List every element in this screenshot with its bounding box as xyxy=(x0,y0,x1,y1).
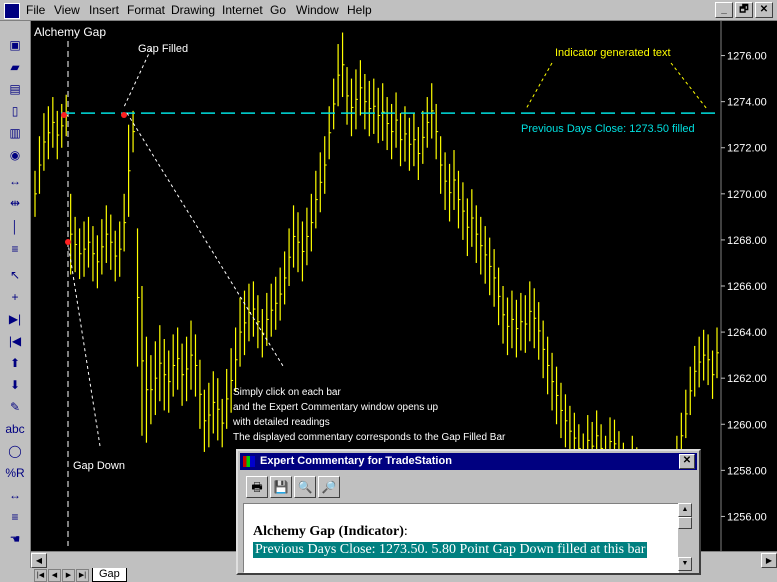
indicator-pointer-right xyxy=(670,62,708,110)
price-axis: 1276.00 1274.00 1272.00 1270.00 1268.00 1266.… xyxy=(720,21,767,551)
indicator-text-label: Indicator generated text xyxy=(555,47,671,59)
first-tab-button[interactable]: |◀ xyxy=(34,569,47,582)
y-axis-tick-label: 1256.00 xyxy=(727,511,767,523)
previous-close-label: Previous Days Close: 1273.50 filled xyxy=(521,123,695,135)
menu-view[interactable]: View xyxy=(54,3,80,17)
zoom-out-bars-icon[interactable]: ⇹ xyxy=(4,193,26,213)
commentary-line[interactable]: Previous Days Close: 1273.50. 5.80 Point… xyxy=(253,542,648,558)
indicator-pointer-left xyxy=(525,62,553,110)
commentary-heading-text: Alchemy Gap (Indicator) xyxy=(253,524,404,539)
y-axis-tick-label: 1272.00 xyxy=(727,143,767,155)
previous-tab-button[interactable]: ◀ xyxy=(48,569,61,582)
ellipse-icon[interactable]: ◯ xyxy=(4,441,26,461)
click-note-line-2: and the Expert Commentary window opens u… xyxy=(233,402,439,413)
dialog-toolbar: 🖶 💾 🔍 🔎 xyxy=(246,476,342,498)
horizontal-arrows-icon[interactable]: ↔ xyxy=(4,485,26,505)
app-icon[interactable] xyxy=(4,3,20,19)
chart-icon[interactable]: ▥ xyxy=(4,123,26,143)
click-note-line-4: The displayed commentary corresponds to … xyxy=(233,432,506,443)
menu-bar: File View Insert Format Drawing Internet… xyxy=(0,0,777,21)
save-icon[interactable]: ▤ xyxy=(4,79,26,99)
dialog-title: Expert Commentary for TradeStation xyxy=(260,455,452,467)
dialog-titlebar[interactable]: Expert Commentary for TradeStation ✕ xyxy=(240,453,697,470)
text-icon[interactable]: abc xyxy=(4,419,26,439)
lines-icon[interactable]: ≡ xyxy=(4,239,26,259)
tradestation-icon xyxy=(243,456,255,467)
jump-right-icon[interactable]: ▶| xyxy=(4,309,26,329)
percent-r-icon[interactable]: %R xyxy=(4,463,26,483)
menu-file[interactable]: File xyxy=(26,3,45,17)
scroll-down-arrow[interactable]: ▼ xyxy=(678,557,692,571)
last-tab-button[interactable]: ▶| xyxy=(76,569,89,582)
minimize-button[interactable]: _ xyxy=(715,2,733,18)
scroll-thumb[interactable] xyxy=(678,517,692,529)
zoom-out-icon[interactable]: 🔍 xyxy=(294,476,316,498)
gap-down-label: Gap Down xyxy=(73,460,125,472)
menu-format[interactable]: Format xyxy=(127,3,165,17)
y-axis-tick-label: 1264.00 xyxy=(727,327,767,339)
crosshair-icon[interactable]: + xyxy=(4,287,26,307)
click-note-pointer xyxy=(126,112,284,367)
print-icon[interactable]: 🖶 xyxy=(246,476,268,498)
menu-insert[interactable]: Insert xyxy=(89,3,119,17)
jump-left-icon[interactable]: |◀ xyxy=(4,331,26,351)
scroll-up-arrow[interactable]: ▲ xyxy=(678,503,692,517)
record-icon[interactable]: ◉ xyxy=(4,145,26,165)
zoom-in-bars-icon[interactable]: ↔ xyxy=(4,171,26,191)
gap-filled-label: Gap Filled xyxy=(138,43,188,55)
y-axis-tick-label: 1276.00 xyxy=(727,51,767,63)
commentary-content[interactable]: Alchemy Gap (Indicator): Previous Days C… xyxy=(243,503,679,573)
save-icon[interactable]: 💾 xyxy=(270,476,292,498)
scroll-left-arrow[interactable]: ◀ xyxy=(31,553,47,568)
new-page-icon[interactable]: ▯ xyxy=(4,101,26,121)
y-axis-tick-label: 1268.00 xyxy=(727,235,767,247)
click-note-line-1: Simply click on each bar xyxy=(233,387,341,398)
lines-2-icon[interactable]: ≡ xyxy=(4,507,26,527)
menu-window[interactable]: Window xyxy=(296,3,339,17)
restore-button[interactable]: 🗗 xyxy=(735,2,753,18)
vertical-line-icon[interactable]: │ xyxy=(4,217,26,237)
commentary-heading: Alchemy Gap (Indicator): xyxy=(253,524,408,540)
commentary-scrollbar[interactable]: ▲ ▼ xyxy=(678,503,692,571)
menu-go[interactable]: Go xyxy=(270,3,286,17)
gap-down-dot xyxy=(65,239,71,245)
gap-reference-dot xyxy=(61,112,67,118)
hand-icon[interactable]: ☚ xyxy=(4,529,26,549)
close-button[interactable]: ✕ xyxy=(755,2,773,18)
pencil-icon[interactable]: ✎ xyxy=(4,397,26,417)
window-controls: _ 🗗 ✕ xyxy=(715,2,773,18)
copy-icon[interactable]: ▣ xyxy=(4,35,26,55)
y-axis-tick-label: 1266.00 xyxy=(727,281,767,293)
price-bars xyxy=(34,32,719,522)
chart-title: Alchemy Gap xyxy=(34,25,106,39)
click-note-line-3: with detailed readings xyxy=(232,417,330,428)
scroll-right-arrow[interactable]: ▶ xyxy=(761,553,777,568)
expert-commentary-window: Expert Commentary for TradeStation ✕ 🖶 💾… xyxy=(236,449,701,575)
open-folder-icon[interactable]: ▰ xyxy=(4,57,26,77)
gap-filled-pointer xyxy=(123,48,152,108)
menu-internet[interactable]: Internet xyxy=(222,3,263,17)
menu-help[interactable]: Help xyxy=(347,3,372,17)
y-axis-tick-label: 1260.00 xyxy=(727,419,767,431)
y-axis-tick-label: 1258.00 xyxy=(727,465,767,477)
next-tab-button[interactable]: ▶ xyxy=(62,569,75,582)
tab-gap[interactable]: Gap xyxy=(92,568,127,582)
y-axis-tick-label: 1262.00 xyxy=(727,373,767,385)
y-axis-tick-label: 1274.00 xyxy=(727,97,767,109)
menu-drawing[interactable]: Drawing xyxy=(171,3,215,17)
dialog-close-button[interactable]: ✕ xyxy=(679,454,695,469)
zoom-in-icon[interactable]: 🔎 xyxy=(318,476,340,498)
drawing-toolbar: ▣ ▰ ▤ ▯ ▥ ◉ ↔ ⇹ │ ≡ ↖ + ▶| |◀ ⬆ ⬇ ✎ abc … xyxy=(0,21,31,568)
commentary-heading-colon: : xyxy=(403,524,408,539)
arrow-up-icon[interactable]: ⬆ xyxy=(4,353,26,373)
arrow-down-icon[interactable]: ⬇ xyxy=(4,375,26,395)
y-axis-tick-label: 1270.00 xyxy=(727,189,767,201)
gap-filled-dot xyxy=(121,112,127,118)
pointer-icon[interactable]: ↖ xyxy=(4,265,26,285)
